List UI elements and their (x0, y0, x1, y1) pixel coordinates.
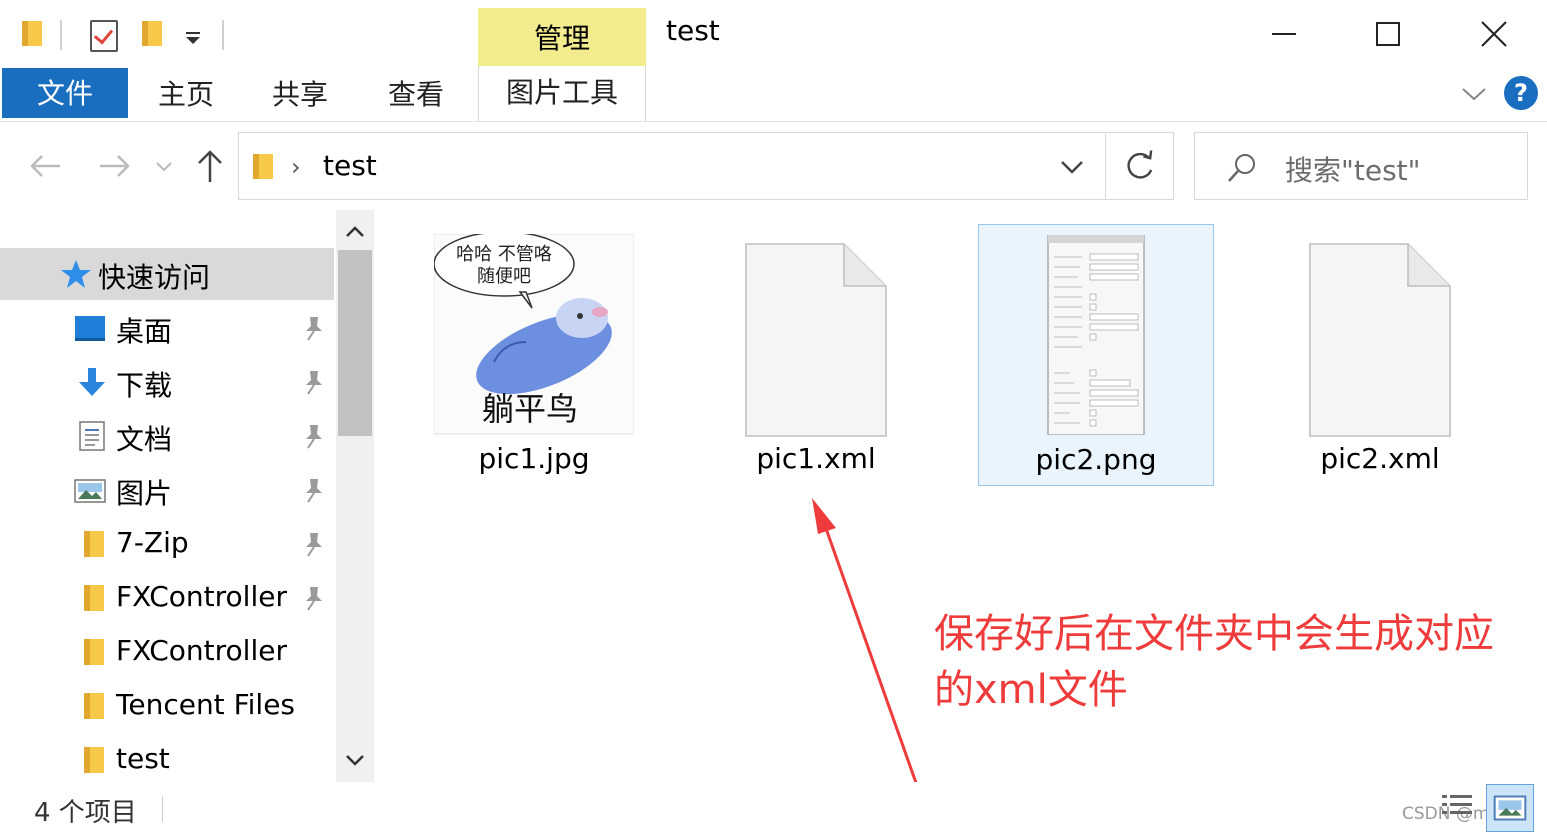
status-bar: 4 个项目 CSDN @mgdad (0, 782, 1547, 836)
annotation-text: 保存好后在文件夹中会生成对应 的xml文件 (934, 606, 1534, 718)
annotation-line: 的xml文件 (934, 667, 1128, 713)
status-separator (162, 796, 163, 822)
details-view-icon[interactable] (1440, 790, 1474, 824)
item-count: 4 个项目 (34, 798, 137, 828)
annotation-line: 保存好后在文件夹中会生成对应 (934, 611, 1494, 657)
large-icons-view-icon[interactable] (1486, 784, 1534, 832)
